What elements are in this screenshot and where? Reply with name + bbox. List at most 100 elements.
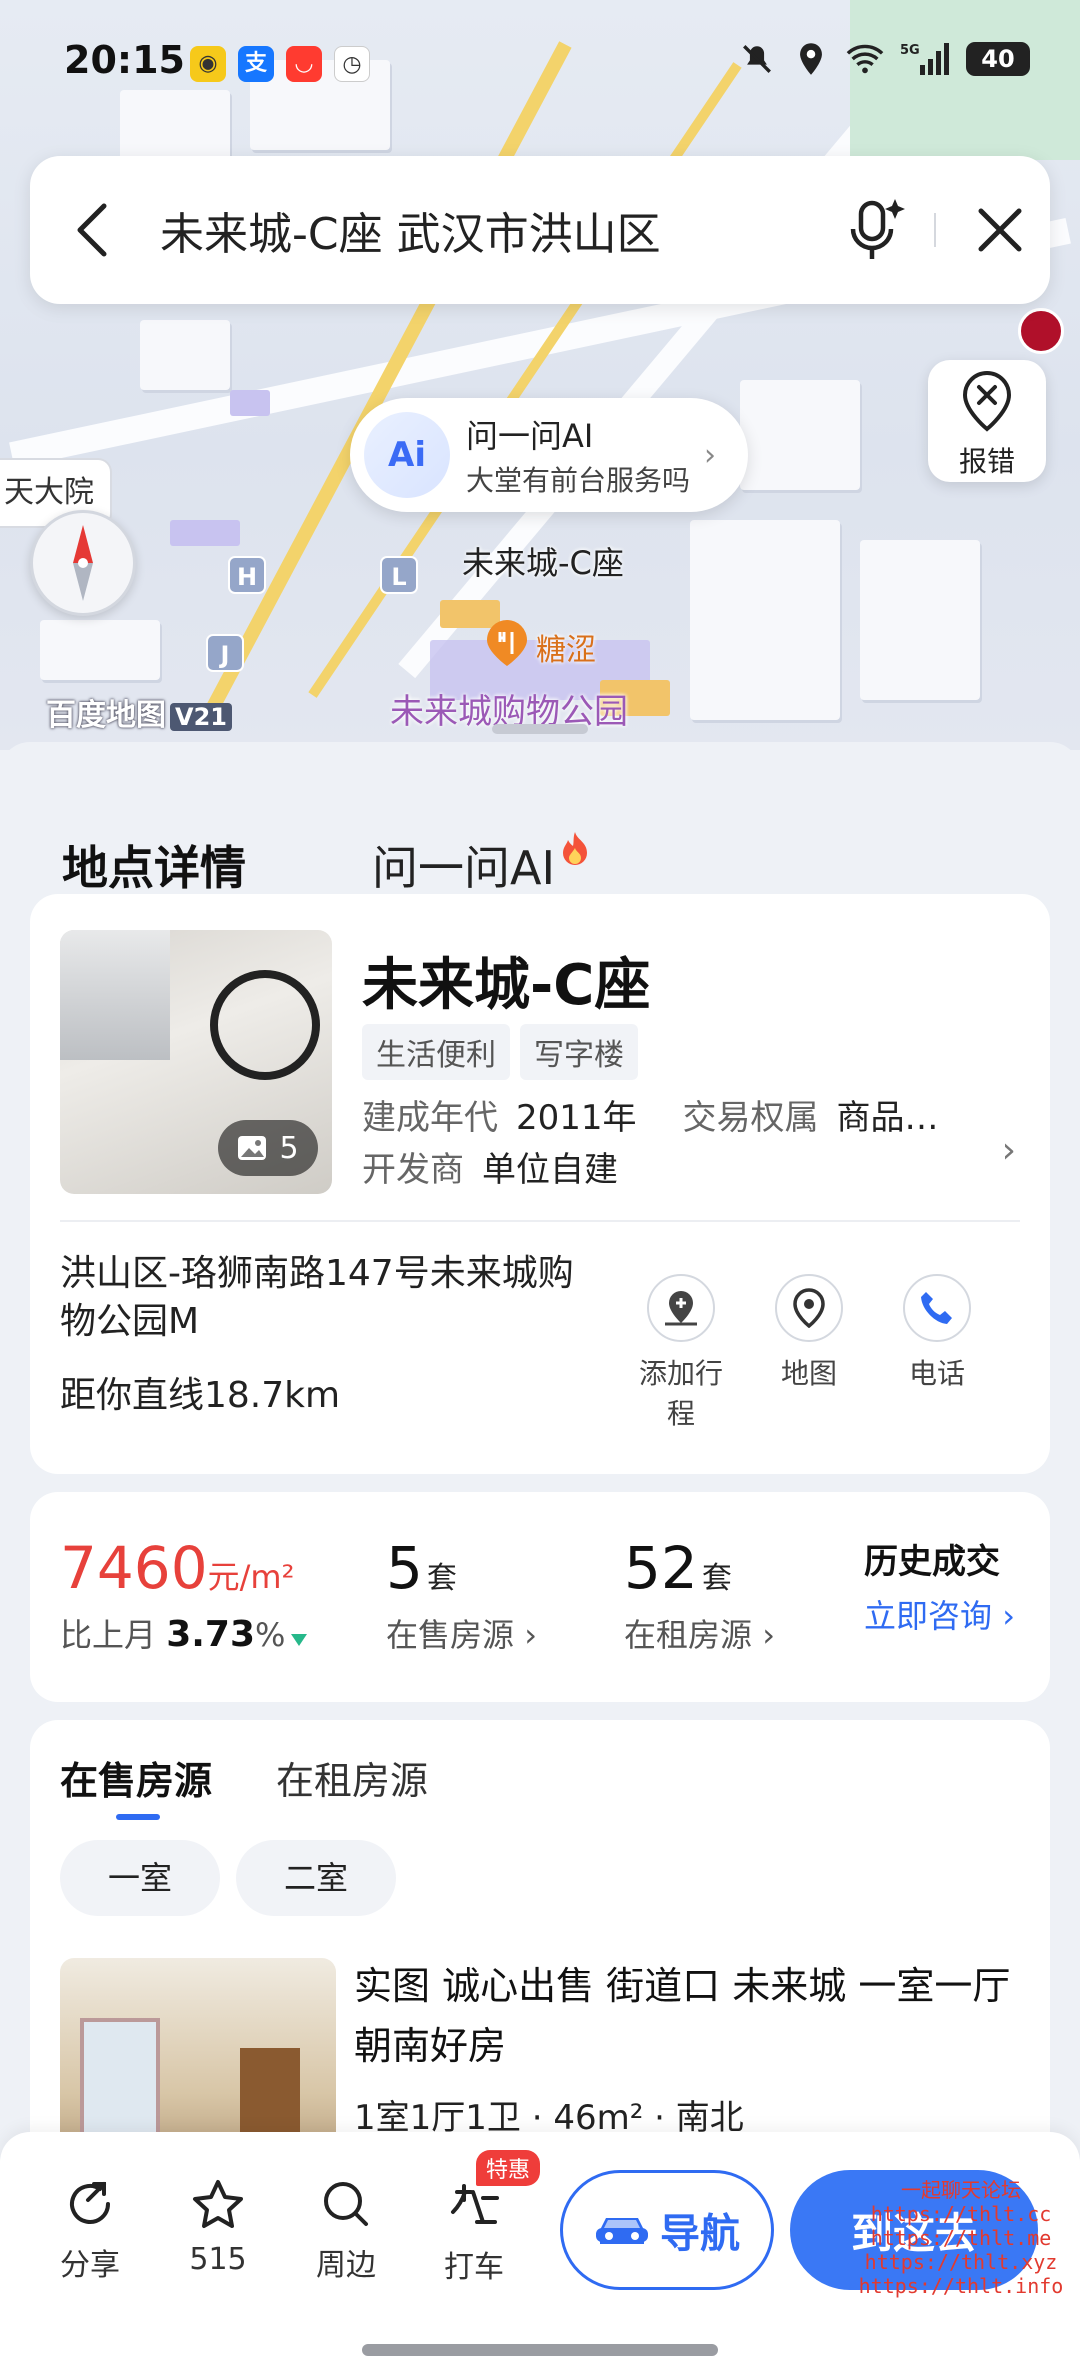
share-icon [70,2182,110,2224]
chip-one-room[interactable]: 一室 [60,1840,220,1916]
map-marker-l[interactable]: L [380,556,418,594]
rent-label: 在租房源 [624,1616,753,1654]
back-button[interactable] [30,156,110,304]
map-label: 地图 [780,1357,837,1390]
map-logo: 百度地图 V21 [46,690,232,734]
ownership: 商品… [836,1098,939,1138]
map-building [690,520,840,720]
wifi-icon [846,40,884,78]
poi-marker[interactable] [1018,308,1064,354]
map-logo-version: V21 [170,703,232,731]
ownership-label: 交易权属 [682,1098,819,1138]
nearby-button[interactable]: 周边 [296,2178,396,2284]
app-notification-icon: ◉ [190,46,226,82]
place-tags: 生活便利 写字楼 [362,1024,638,1080]
card-divider [60,1220,1020,1222]
share-button[interactable]: 分享 [40,2178,140,2284]
tab-for-rent[interactable]: 在租房源 [276,1750,428,1805]
map-marker-j[interactable]: J [206,634,244,672]
clear-search-button[interactable] [950,156,1050,304]
tab-for-sale[interactable]: 在售房源 [60,1750,212,1805]
taxi-button[interactable]: 打车 [424,2178,524,2286]
map-building [860,540,980,700]
status-time: 20:15 [64,38,185,82]
place-attributes[interactable]: 建成年代 2011年 交易权属 商品… 开发商 单位自建 [362,1092,939,1196]
photo-count-badge: 5 [218,1120,318,1176]
car-icon [596,2218,648,2244]
map-marker-h[interactable]: H [228,556,266,594]
consult-link[interactable]: 立即咨询 [864,1597,992,1635]
map-area [170,520,240,546]
report-label: 报错 [958,445,1015,478]
selected-poi-label[interactable]: 未来城-C座 [462,538,624,584]
chip-two-room[interactable]: 二室 [236,1840,396,1916]
history-label: 历史成交 [864,1542,1000,1582]
compass-icon [73,525,93,601]
map-view[interactable]: 20:15 ◉ 支 ◡ ◷ 5G 40 未来城-C座 武汉市洪山区 报错 Ai … [0,0,1080,750]
compass-button[interactable] [30,510,136,616]
voice-search-button[interactable] [830,156,920,304]
detail-tabs: 地点详情 问一问AI [0,792,1080,917]
tab-ask-ai[interactable]: 问一问AI [372,832,555,898]
clock-app-icon: ◷ [334,46,370,82]
listing-tab-indicator [116,1814,160,1820]
map-building [740,380,860,490]
tab-place-details[interactable]: 地点详情 [62,832,246,898]
search-query[interactable]: 未来城-C座 武汉市洪山区 [110,198,830,262]
history-deals-stat[interactable]: 历史成交 立即咨询 › [864,1508,1015,1637]
location-icon [792,40,830,78]
search-divider [934,213,936,247]
ai-logo-icon: Ai [364,412,450,498]
taobao-icon: ◡ [286,46,322,82]
map-area [230,390,270,416]
place-actions: 添加行程 地图 电话 [626,1274,992,1432]
price-stats-card: 7460元/m² 比上月 3.73% 5套 在售房源 › 52 套 在租房源 › … [30,1492,1050,1702]
mute-icon [738,40,776,78]
place-tag: 写字楼 [520,1024,638,1080]
favorite-button[interactable]: 515 [168,2178,268,2277]
trend-down-icon [291,1634,308,1646]
search-icon [324,2182,368,2226]
place-address[interactable]: 洪山区-珞狮南路147号未来城购物公园M [60,1250,600,1346]
shop-poi-label[interactable]: 糖涩 [536,625,596,669]
room-filter-chips: 一室 二室 [60,1840,396,1916]
map-button[interactable]: 地图 [754,1274,864,1432]
listing-title[interactable]: 实图 诚心出售 街道口 未来城 一室一厅朝南好房 [354,1956,1014,2076]
food-pin-icon[interactable] [484,618,530,668]
watermark-url: https://thlt.info [858,2274,1064,2298]
signal-icon: 5G [900,40,950,78]
watermark-title: 一起聊天论坛 [901,2178,1021,2202]
navigate-button[interactable]: 导航 [560,2170,774,2290]
home-indicator[interactable] [362,2344,718,2356]
sale-label: 在售房源 [386,1616,515,1654]
phone-label: 电话 [908,1357,965,1390]
map-building [140,320,230,390]
for-rent-stat[interactable]: 52 套 在租房源 › [624,1534,775,1656]
place-photo[interactable]: 5 [60,930,332,1194]
chevron-right-icon: › [704,437,717,473]
search-bar[interactable]: 未来城-C座 武汉市洪山区 [30,156,1050,304]
svg-text:5G: 5G [900,43,920,58]
sale-unit: 套 [426,1561,457,1596]
price-unit: 元/m² [207,1558,295,1596]
share-label: 分享 [60,2248,120,2283]
change-label: 比上月 [60,1616,157,1654]
alipay-icon: 支 [238,46,274,82]
star-icon [193,2180,243,2228]
avg-price-stat[interactable]: 7460元/m² 比上月 3.73% [60,1534,308,1656]
photo-window [60,930,170,1060]
ai-bubble-question: 大堂有前台服务吗 [466,464,691,497]
place-name: 未来城-C座 [362,953,651,1018]
developer: 单位自建 [482,1150,618,1190]
for-sale-stat[interactable]: 5套 在售房源 › [386,1534,537,1656]
navigate-label: 导航 [660,2211,740,2257]
report-error-button[interactable]: 报错 [928,360,1046,482]
sheet-drag-handle[interactable] [492,724,588,734]
sale-count: 5 [386,1534,423,1602]
add-trip-button[interactable]: 添加行程 [626,1274,736,1432]
chevron-right-icon[interactable]: › [1002,1130,1016,1171]
built-year-label: 建成年代 [362,1098,498,1138]
phone-button[interactable]: 电话 [882,1274,992,1432]
ask-ai-bubble[interactable]: Ai 问一问AI 大堂有前台服务吗 › [350,398,748,512]
place-info-card: 5 未来城-C座 生活便利 写字楼 建成年代 2011年 交易权属 商品… 开发商 单位… [30,894,1050,1474]
